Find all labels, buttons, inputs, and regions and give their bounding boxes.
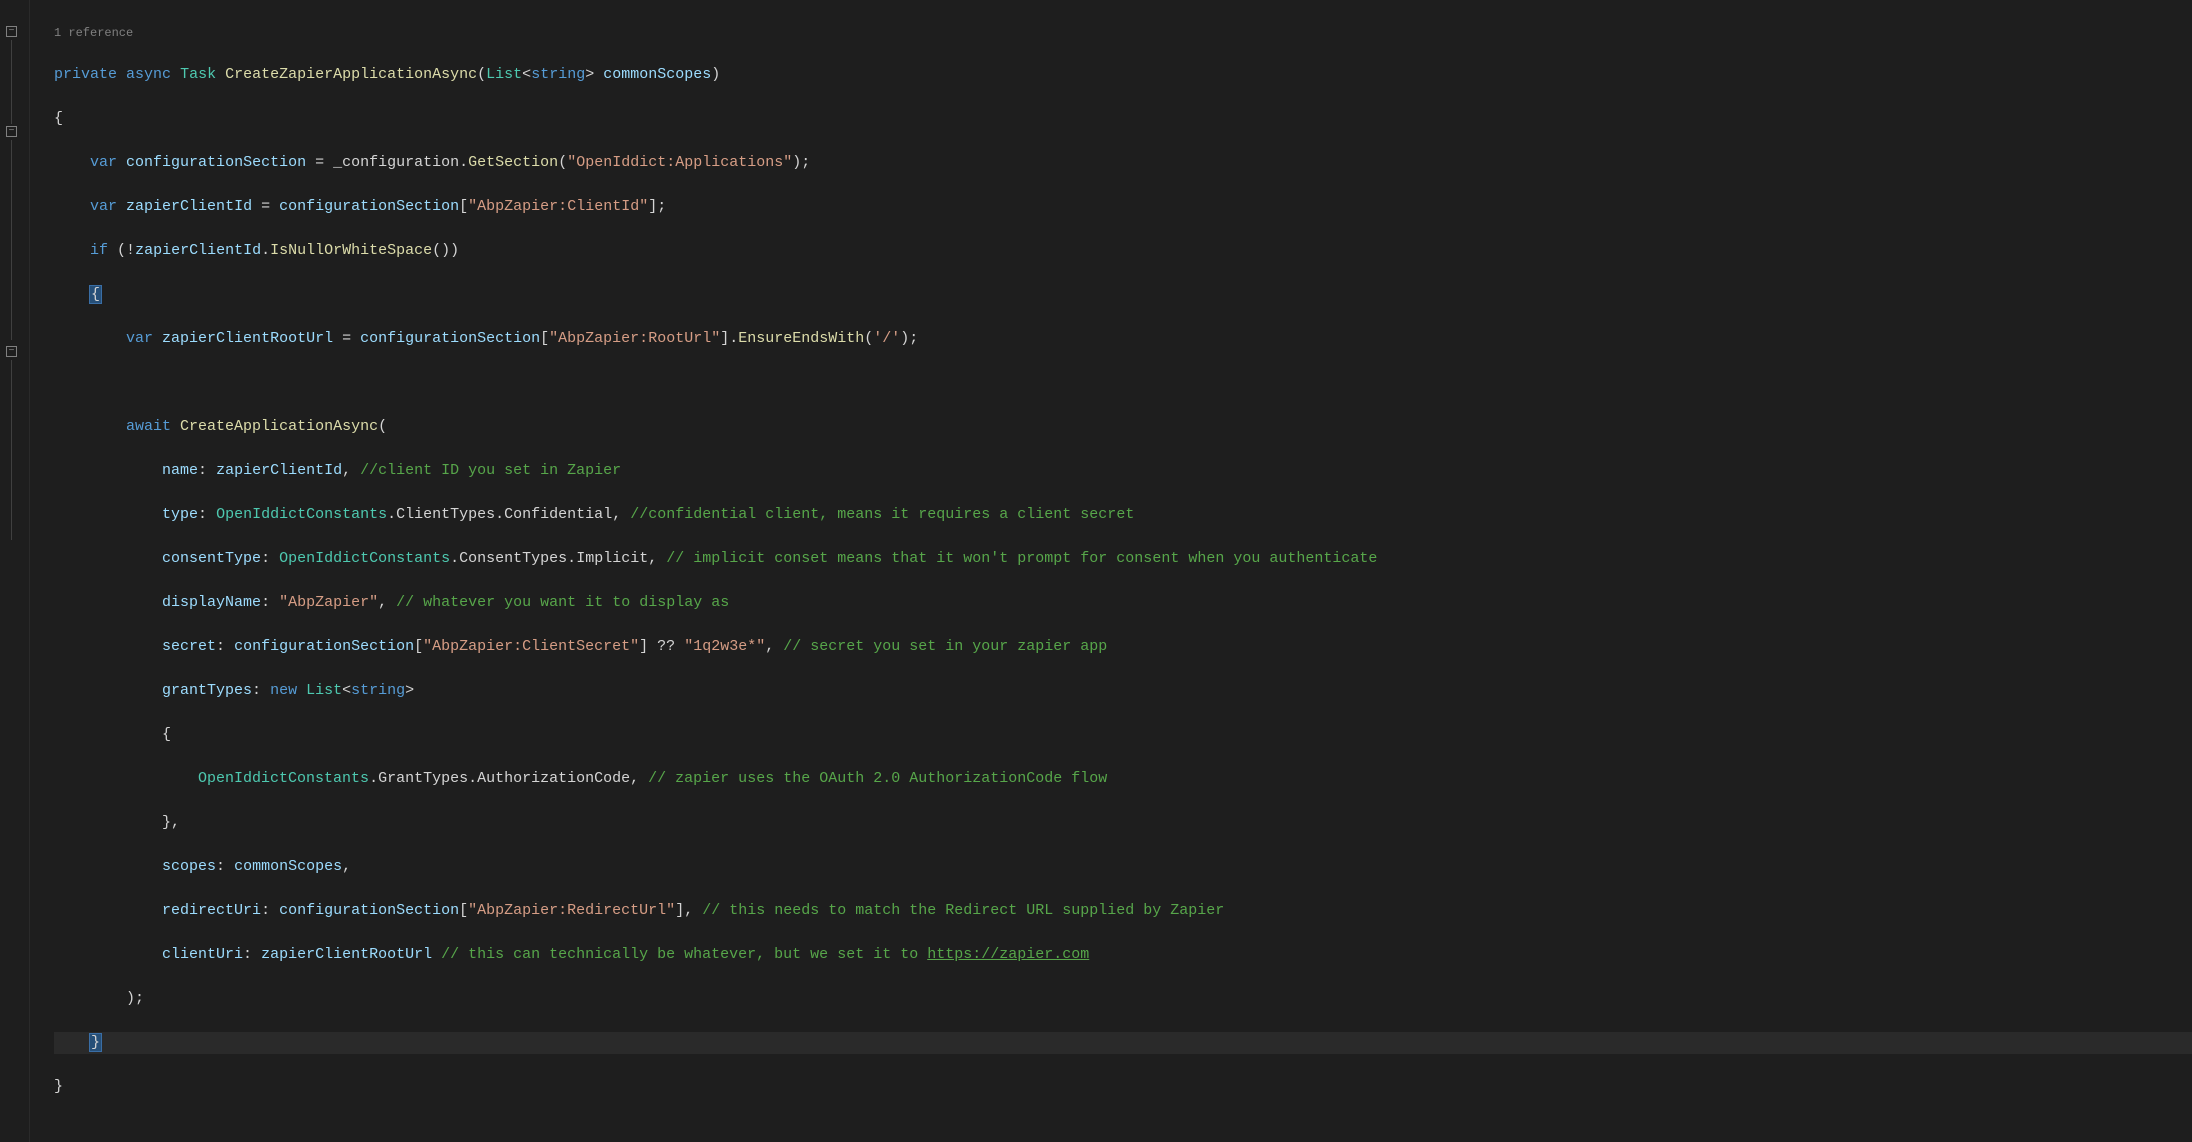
code-line: ); — [54, 988, 2192, 1010]
codelens-references[interactable]: 1 reference — [54, 22, 2192, 42]
code-content[interactable]: 1 reference private async Task CreateZap… — [30, 0, 2192, 1142]
fold-toggle-icon[interactable]: − — [6, 26, 17, 37]
code-line: } — [54, 1076, 2192, 1098]
code-line: consentType: OpenIddictConstants.Consent… — [54, 548, 2192, 570]
brace-highlight: { — [89, 285, 102, 304]
code-line: scopes: commonScopes, — [54, 856, 2192, 878]
code-line: { — [54, 724, 2192, 746]
code-line: if (!zapierClientId.IsNullOrWhiteSpace()… — [54, 240, 2192, 262]
code-line: secret: configurationSection["AbpZapier:… — [54, 636, 2192, 658]
code-line: OpenIddictConstants.GrantTypes.Authoriza… — [54, 768, 2192, 790]
comment-url[interactable]: https://zapier.com — [927, 946, 1089, 963]
code-line: private async Task CreateZapierApplicati… — [54, 64, 2192, 86]
code-line: }, — [54, 812, 2192, 834]
code-line: await CreateApplicationAsync( — [54, 416, 2192, 438]
code-line: var configurationSection = _configuratio… — [54, 152, 2192, 174]
code-line: grantTypes: new List<string> — [54, 680, 2192, 702]
fold-guide — [11, 360, 12, 540]
code-line: clientUri: zapierClientRootUrl // this c… — [54, 944, 2192, 966]
fold-guide — [11, 140, 12, 340]
brace-highlight: } — [89, 1033, 102, 1052]
fold-guide — [11, 40, 12, 124]
code-line: } — [54, 1032, 2192, 1054]
code-line: redirectUri: configurationSection["AbpZa… — [54, 900, 2192, 922]
code-line: { — [54, 284, 2192, 306]
code-line — [54, 372, 2192, 394]
fold-gutter: − − − — [0, 0, 30, 1142]
code-line: var zapierClientId = configurationSectio… — [54, 196, 2192, 218]
code-line: type: OpenIddictConstants.ClientTypes.Co… — [54, 504, 2192, 526]
code-line: { — [54, 108, 2192, 130]
code-line: name: zapierClientId, //client ID you se… — [54, 460, 2192, 482]
code-line: displayName: "AbpZapier", // whatever yo… — [54, 592, 2192, 614]
code-editor[interactable]: − − − 1 reference private async Task Cre… — [0, 0, 2192, 1142]
code-line: var zapierClientRootUrl = configurationS… — [54, 328, 2192, 350]
fold-toggle-icon[interactable]: − — [6, 346, 17, 357]
fold-toggle-icon[interactable]: − — [6, 126, 17, 137]
